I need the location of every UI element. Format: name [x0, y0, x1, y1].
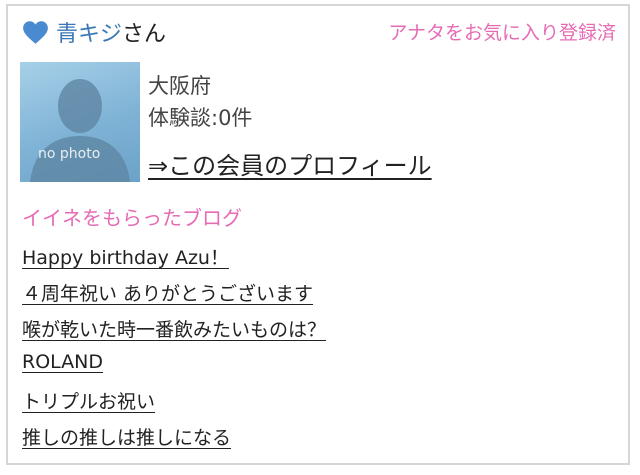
no-photo-label: no photo	[38, 146, 101, 162]
blog-link[interactable]: Happy birthday Azu！	[22, 247, 229, 269]
member-header: 青キジ さん	[22, 16, 166, 48]
member-name[interactable]: 青キジ	[56, 16, 122, 48]
list-item: 推しの推しは推しになる	[22, 423, 326, 459]
list-item: トリプルお祝い	[22, 387, 326, 423]
list-item: 喉が乾いた時一番飲みたいものは？	[22, 315, 326, 351]
blog-link[interactable]: 推しの推しは推しになる	[22, 427, 231, 449]
member-honorific: さん	[122, 22, 167, 47]
member-meta: 大阪府 体験談:0件	[148, 70, 252, 134]
list-item: ROLAND	[22, 351, 326, 387]
member-location: 大阪府	[148, 74, 211, 98]
blog-link[interactable]: 喉が乾いた時一番飲みたいものは？	[22, 319, 326, 341]
heart-icon	[23, 20, 48, 44]
member-experience-count: 体験談:0件	[148, 106, 253, 130]
profile-link[interactable]: ⇒この会員のプロフィール	[148, 146, 432, 181]
list-item: ４周年祝い ありがとうございます	[22, 279, 326, 315]
liked-blogs-title: イイネをもらったブログ	[22, 206, 242, 230]
avatar[interactable]: no photo	[20, 62, 140, 182]
list-item: Happy birthday Azu！	[22, 243, 326, 279]
liked-blog-list: Happy birthday Azu！ ４周年祝い ありがとうございます 喉が乾…	[22, 243, 326, 459]
member-card: 青キジ さん アナタをお気に入り登録済 no photo 大阪府 体験談:0件 …	[6, 4, 630, 465]
blog-link[interactable]: ROLAND	[22, 351, 103, 373]
person-silhouette-icon	[30, 79, 130, 182]
blog-link[interactable]: ４周年祝い ありがとうございます	[22, 283, 313, 305]
favorite-status: アナタをお気に入り登録済	[388, 22, 616, 44]
blog-link[interactable]: トリプルお祝い	[22, 391, 155, 413]
